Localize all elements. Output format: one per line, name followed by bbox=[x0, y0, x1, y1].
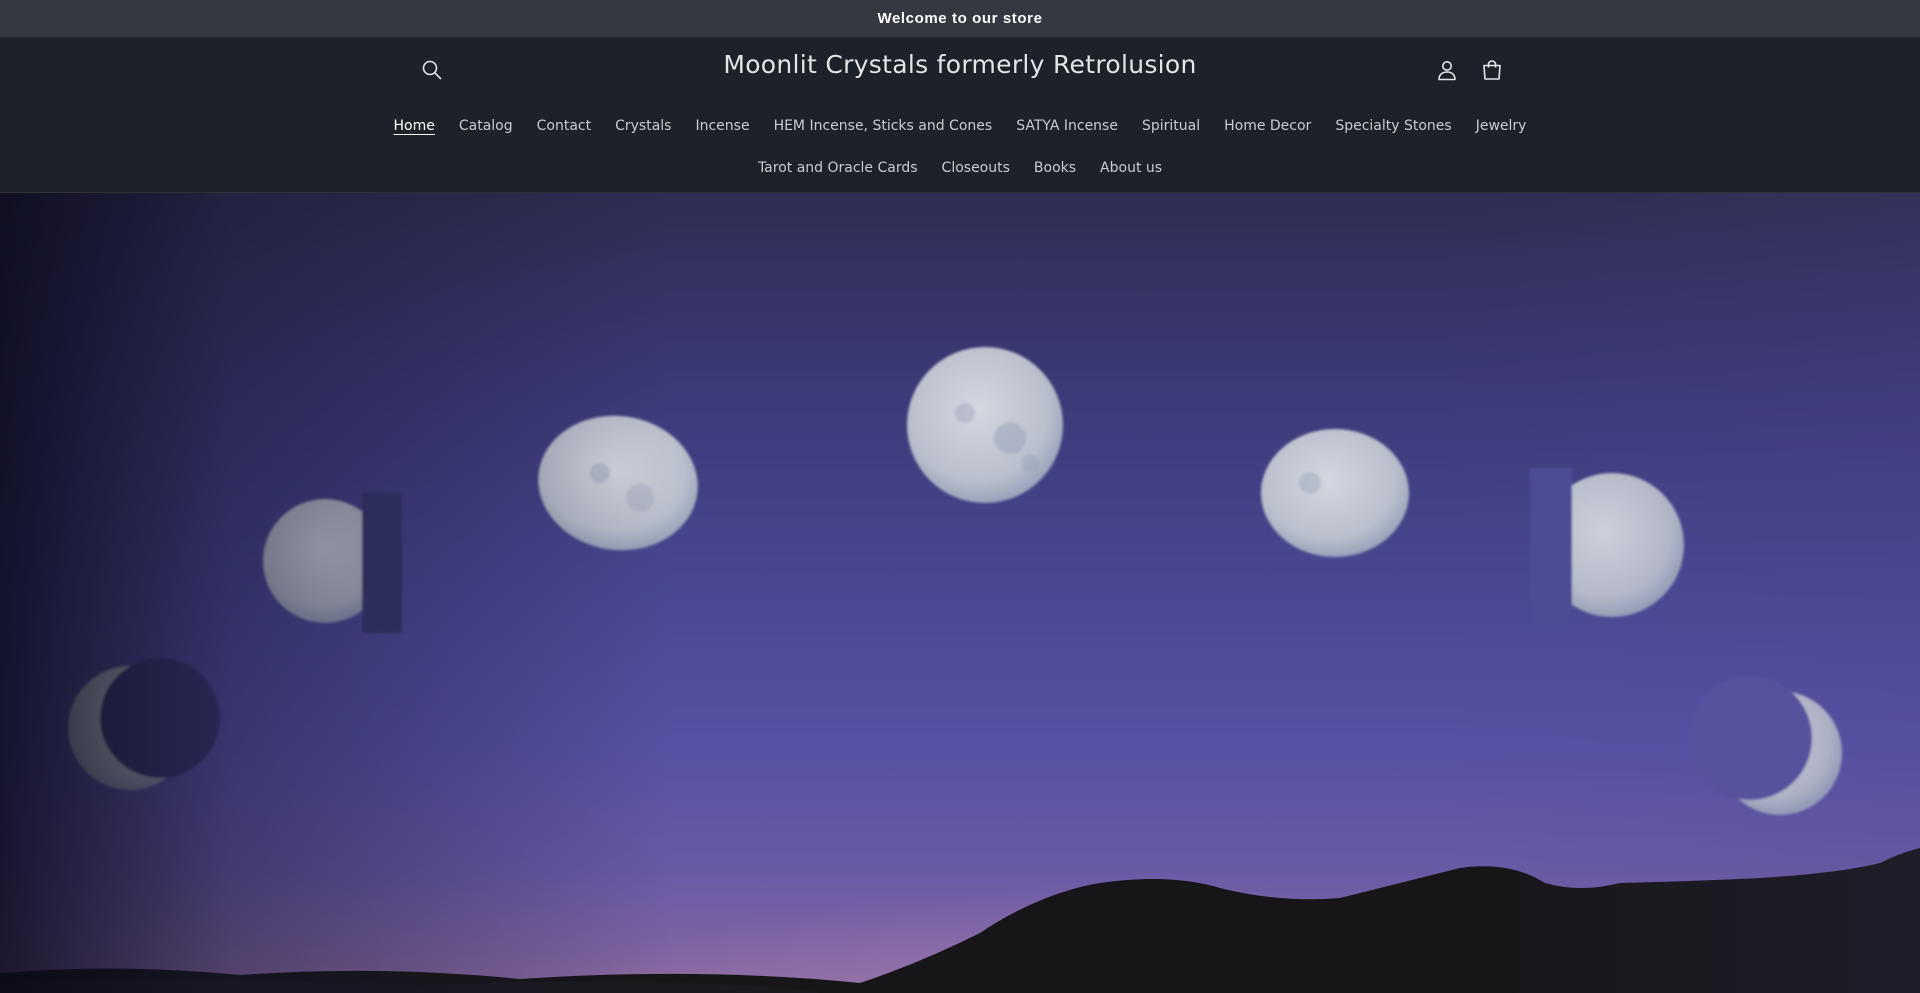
nav-link-home[interactable]: Home bbox=[382, 110, 447, 142]
hero-banner bbox=[0, 193, 1920, 993]
nav-link-specialty-stones[interactable]: Specialty Stones bbox=[1323, 110, 1463, 142]
nav-link-spiritual[interactable]: Spiritual bbox=[1130, 110, 1212, 142]
nav-link-jewelry[interactable]: Jewelry bbox=[1464, 110, 1539, 142]
nav-link-about-us[interactable]: About us bbox=[1088, 152, 1174, 184]
site-header: Moonlit Crystals formerly Retrolusion Ho… bbox=[0, 38, 1920, 193]
nav-link-closeouts[interactable]: Closeouts bbox=[930, 152, 1022, 184]
main-nav-row-1: Home Catalog Contact Crystals Incense HE… bbox=[0, 106, 1920, 146]
nav-link-incense[interactable]: Incense bbox=[683, 110, 761, 142]
nav-link-home-decor[interactable]: Home Decor bbox=[1212, 110, 1323, 142]
nav-link-hem-incense[interactable]: HEM Incense, Sticks and Cones bbox=[762, 110, 1005, 142]
nav-link-contact[interactable]: Contact bbox=[525, 110, 603, 142]
nav-link-tarot-oracle[interactable]: Tarot and Oracle Cards bbox=[746, 152, 930, 184]
main-nav-row-2: Tarot and Oracle Cards Closeouts Books A… bbox=[0, 148, 1920, 188]
nav-link-catalog[interactable]: Catalog bbox=[447, 110, 525, 142]
hero-vignette bbox=[0, 193, 1920, 993]
store-title[interactable]: Moonlit Crystals formerly Retrolusion bbox=[0, 50, 1920, 79]
announcement-text: Welcome to our store bbox=[877, 10, 1043, 27]
announcement-bar: Welcome to our store bbox=[0, 0, 1920, 38]
nav-link-satya-incense[interactable]: SATYA Incense bbox=[1004, 110, 1130, 142]
nav-link-crystals[interactable]: Crystals bbox=[603, 110, 683, 142]
cart-icon[interactable] bbox=[1470, 48, 1514, 92]
header-top: Moonlit Crystals formerly Retrolusion bbox=[0, 38, 1920, 98]
nav-link-books[interactable]: Books bbox=[1022, 152, 1088, 184]
account-icon[interactable] bbox=[1425, 48, 1469, 92]
